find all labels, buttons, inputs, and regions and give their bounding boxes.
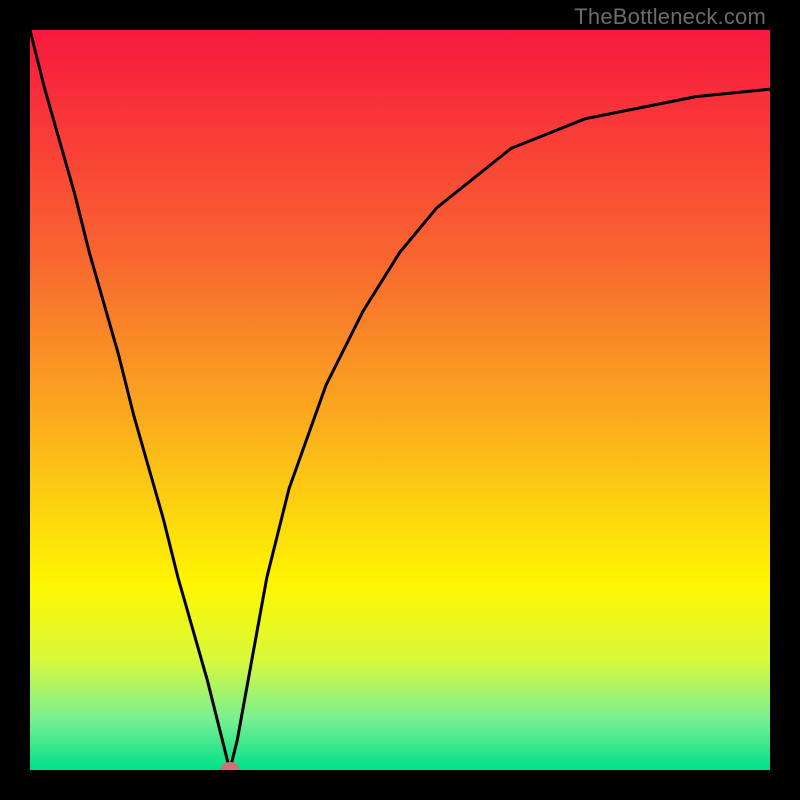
minimum-marker — [221, 762, 239, 770]
plot-area — [30, 30, 770, 770]
watermark-text: TheBottleneck.com — [574, 4, 766, 30]
bottleneck-curve — [30, 30, 770, 770]
